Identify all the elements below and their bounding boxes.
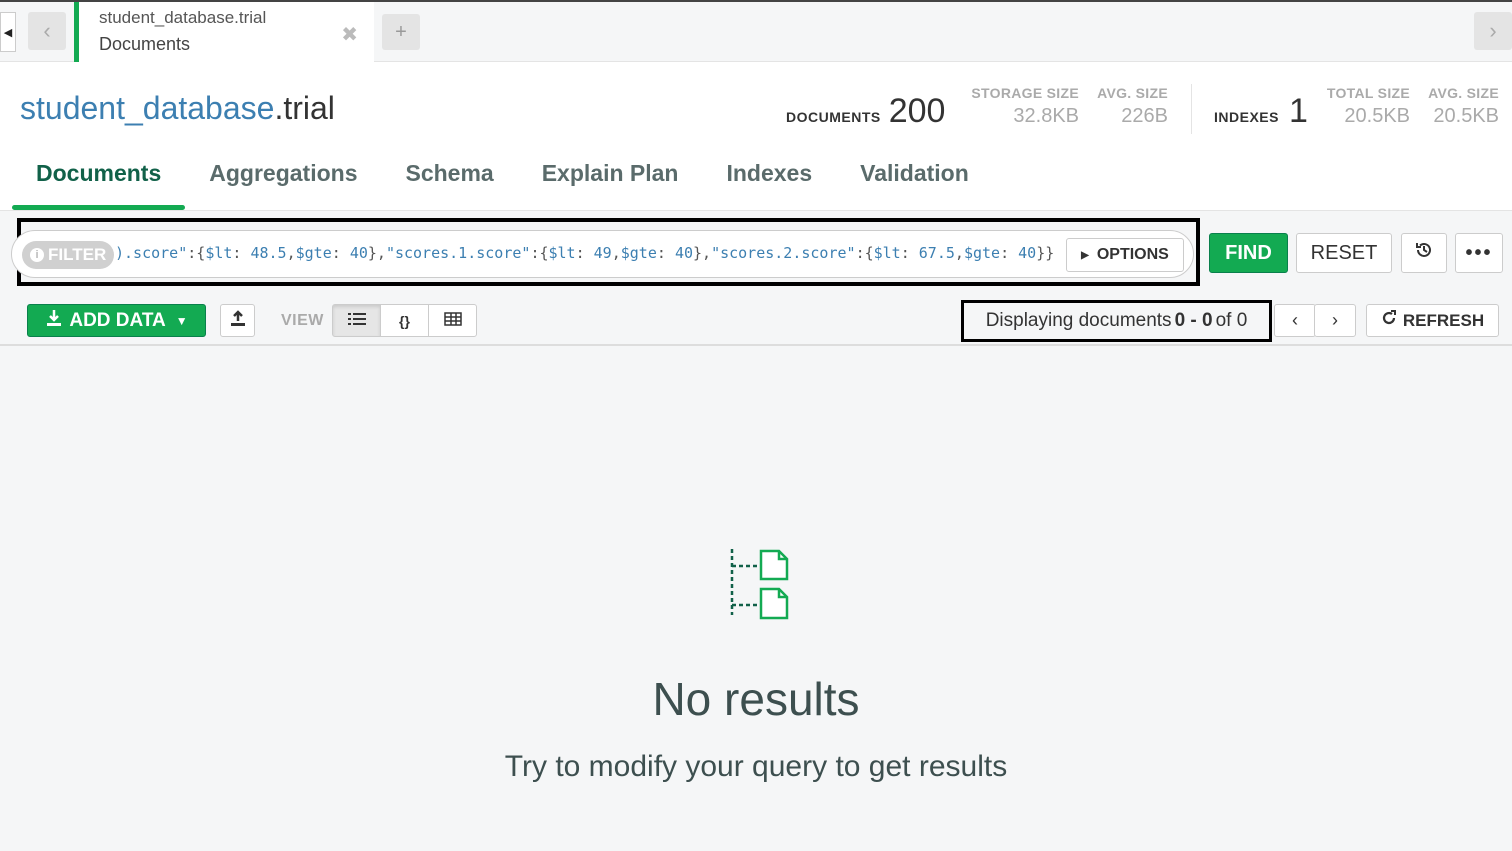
indexes-count: 1 — [1288, 92, 1308, 130]
reset-button[interactable]: RESET — [1296, 233, 1392, 273]
table-view-button[interactable] — [428, 304, 477, 337]
database-name[interactable]: student_database — [20, 90, 274, 126]
refresh-icon — [1381, 310, 1397, 331]
documents-label: DOCUMENTS — [786, 109, 881, 125]
collection-nav-tabs: Documents Aggregations Schema Explain Pl… — [12, 152, 993, 210]
prev-page-button[interactable]: ‹ — [1274, 304, 1316, 337]
view-switcher: {} — [332, 304, 477, 337]
chevron-right-icon: › — [1489, 18, 1497, 43]
avg-doc-size-value: 226B — [1121, 105, 1168, 127]
collection-name: .trial — [274, 90, 335, 126]
storage-size-stat: STORAGE SIZE 32.8KB — [966, 85, 1079, 128]
tab-back-button[interactable]: ‹ — [28, 12, 66, 50]
total-index-size-stat: TOTAL SIZE 20.5KB — [1320, 85, 1410, 128]
tab-subtitle: Documents — [99, 34, 191, 54]
documents-count: 200 — [888, 92, 946, 130]
add-tab-button[interactable]: + — [382, 14, 420, 50]
storage-size-label: STORAGE SIZE — [971, 85, 1079, 101]
curly-braces-icon: {} — [399, 312, 410, 329]
refresh-label: REFRESH — [1402, 310, 1485, 330]
chevron-right-icon: › — [1332, 310, 1338, 330]
collection-header: student_database.trial DOCUMENTS 200 STO… — [0, 62, 1512, 210]
download-icon — [45, 309, 63, 333]
query-history-button[interactable] — [1401, 233, 1447, 273]
tab-validation[interactable]: Validation — [836, 152, 993, 210]
workspace-tab-active[interactable]: student_database.trial Documents ✖ — [74, 2, 374, 64]
stats-divider — [1191, 84, 1192, 134]
tab-schema[interactable]: Schema — [381, 152, 517, 210]
upload-icon — [229, 309, 247, 332]
avg-index-size-value: 20.5KB — [1433, 105, 1499, 127]
view-label: VIEW — [281, 312, 324, 329]
total-index-size-value: 20.5KB — [1344, 105, 1410, 127]
chevron-left-icon: ‹ — [43, 18, 51, 43]
avg-index-size-label: AVG. SIZE — [1428, 85, 1499, 101]
options-button[interactable]: ▶ OPTIONS — [1066, 238, 1184, 272]
tab-namespace: student_database.trial — [99, 8, 267, 27]
tab-explain-plan[interactable]: Explain Plan — [518, 152, 703, 210]
tab-forward-button[interactable]: › — [1474, 12, 1512, 50]
storage-size-value: 32.8KB — [1013, 105, 1079, 127]
close-icon[interactable]: ✖ — [341, 22, 358, 47]
display-total: 0 — [1236, 310, 1248, 331]
documents-toolbar: ADD DATA ▼ VIEW {} Displaying documents … — [0, 296, 1512, 346]
total-index-size-label: TOTAL SIZE — [1326, 85, 1410, 101]
display-range: 0 - 0 — [1174, 310, 1213, 331]
filter-query-text[interactable]: ).score":{$lt: 48.5,$gte: 40},"scores.1.… — [115, 244, 1054, 262]
avg-index-size-stat: AVG. SIZE 20.5KB — [1420, 85, 1499, 128]
avg-doc-size-stat: AVG. SIZE 226B — [1090, 85, 1168, 128]
chevron-left-icon: ‹ — [1292, 310, 1298, 330]
json-view-button[interactable]: {} — [380, 304, 429, 337]
empty-documents-icon — [727, 545, 791, 628]
tab-indexes[interactable]: Indexes — [702, 152, 836, 210]
empty-state-subtitle: Try to modify your query to get results — [504, 750, 1008, 783]
add-data-label: ADD DATA — [69, 309, 166, 331]
history-icon — [1414, 240, 1434, 266]
scroll-left-edge-button[interactable]: ◀ — [0, 12, 16, 52]
display-of: of — [1215, 310, 1232, 331]
list-view-button[interactable] — [332, 304, 381, 337]
tab-aggregations[interactable]: Aggregations — [185, 152, 381, 210]
filter-input[interactable]: i FILTER ).score":{$lt: 48.5,$gte: 40},"… — [11, 230, 1194, 278]
avg-doc-size-label: AVG. SIZE — [1097, 85, 1168, 101]
list-icon — [347, 312, 366, 329]
workspace-tab-bar: ◀ ‹ student_database.trial Documents ✖ +… — [0, 0, 1512, 64]
indexes-label: INDEXES — [1214, 109, 1279, 125]
find-button[interactable]: FIND — [1209, 233, 1288, 273]
query-bar: i FILTER ).score":{$lt: 48.5,$gte: 40},"… — [0, 210, 1512, 296]
options-label: OPTIONS — [1096, 246, 1169, 263]
documents-stat: DOCUMENTS 200 — [786, 92, 945, 131]
import-button[interactable] — [220, 304, 255, 337]
displaying-documents-status: Displaying documents 0 - 0 of 0 — [961, 300, 1272, 342]
tab-documents[interactable]: Documents — [12, 152, 186, 210]
caret-right-icon: ▶ — [1081, 249, 1089, 261]
more-options-button[interactable]: ••• — [1455, 233, 1503, 273]
caret-down-icon: ▼ — [175, 313, 188, 328]
table-icon — [443, 312, 462, 329]
filter-label-pill: i FILTER — [22, 241, 115, 269]
info-icon: i — [30, 248, 44, 262]
ellipsis-icon: ••• — [1465, 241, 1493, 264]
next-page-button[interactable]: › — [1314, 304, 1356, 337]
add-data-button[interactable]: ADD DATA ▼ — [27, 304, 206, 337]
indexes-stat: INDEXES 1 — [1214, 92, 1308, 131]
filter-label: FILTER — [48, 245, 107, 264]
collection-title: student_database.trial — [20, 90, 335, 127]
refresh-button[interactable]: REFRESH — [1366, 304, 1499, 337]
empty-state-title: No results — [652, 673, 860, 725]
display-prefix: Displaying documents — [985, 310, 1172, 331]
